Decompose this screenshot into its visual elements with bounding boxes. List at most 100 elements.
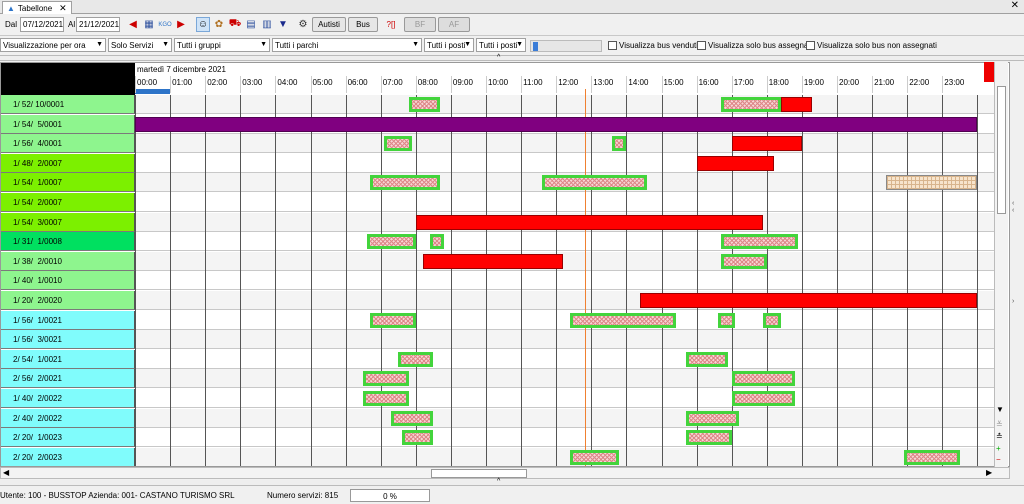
row-label[interactable]: 2/ 54/ 1/0021 bbox=[1, 349, 135, 369]
service-bar[interactable] bbox=[731, 391, 795, 406]
service-bar[interactable] bbox=[398, 351, 434, 367]
row-label[interactable]: 2/ 20/ 2/0023 bbox=[1, 447, 135, 466]
row-label[interactable]: 1/ 54/ 1/0007 bbox=[1, 173, 135, 193]
row-background[interactable] bbox=[135, 447, 996, 466]
row-label[interactable]: 1/ 20/ 2/0020 bbox=[1, 291, 135, 310]
row-background[interactable] bbox=[135, 428, 996, 448]
chevron-up-icon[interactable]: ^ bbox=[497, 54, 500, 61]
row-background[interactable] bbox=[135, 330, 996, 350]
row-label[interactable]: 1/ 52/ 10/0001 bbox=[1, 95, 135, 114]
service-bar[interactable] bbox=[366, 234, 416, 250]
service-bar[interactable] bbox=[408, 97, 441, 112]
next-arrow-icon[interactable]: ▶ bbox=[174, 17, 188, 32]
service-bar[interactable] bbox=[612, 136, 627, 152]
checkbox-sold[interactable]: Visualizza bus venduti bbox=[608, 39, 698, 52]
calendar-icon[interactable]: ▦ bbox=[142, 17, 156, 32]
checkbox-assigned[interactable]: Visualizza solo bus assegnati bbox=[697, 39, 812, 52]
service-bar[interactable] bbox=[384, 136, 413, 152]
service-bar[interactable] bbox=[780, 97, 813, 112]
service-bar[interactable] bbox=[363, 391, 409, 406]
service-bar[interactable] bbox=[721, 97, 781, 112]
list-icon[interactable]: ▥ bbox=[260, 17, 274, 32]
filter-icon[interactable]: ▼ bbox=[276, 17, 290, 32]
service-bar[interactable] bbox=[422, 253, 564, 269]
row-background[interactable] bbox=[135, 389, 996, 408]
row-background[interactable] bbox=[135, 95, 996, 114]
row-label[interactable]: 1/ 54/ 2/0007 bbox=[1, 193, 135, 212]
zoom-slider-thumb[interactable] bbox=[533, 42, 538, 51]
service-bar[interactable] bbox=[640, 293, 978, 308]
scroll-right-icon[interactable]: ▶ bbox=[986, 468, 992, 477]
view-select[interactable]: Visualizzazione per ora ▼ bbox=[0, 38, 106, 52]
service-bar[interactable] bbox=[570, 312, 676, 328]
service-bar[interactable] bbox=[686, 430, 732, 446]
expand-icon[interactable]: ≛ bbox=[996, 432, 1003, 441]
zoom-slider[interactable] bbox=[530, 40, 602, 52]
window-icon[interactable]: ▤ bbox=[244, 17, 258, 32]
service-bar[interactable] bbox=[903, 449, 960, 465]
from-date-input[interactable]: 07/12/2021 bbox=[20, 17, 64, 32]
service-bar[interactable] bbox=[763, 312, 781, 328]
row-label[interactable]: 1/ 54/ 5/0001 bbox=[1, 114, 135, 134]
parks-select[interactable]: Tutti i parchi ▼ bbox=[272, 38, 422, 52]
service-bar[interactable] bbox=[721, 234, 799, 250]
plus-icon[interactable]: + bbox=[996, 444, 1001, 453]
seats-select-2[interactable]: Tutti i posti ▼ bbox=[476, 38, 526, 52]
service-bar[interactable] bbox=[886, 175, 978, 191]
assign-icon[interactable]: ⚙ bbox=[296, 17, 310, 32]
row-label[interactable]: 1/ 54/ 3/0007 bbox=[1, 212, 135, 232]
row-label[interactable]: 1/ 40/ 1/0010 bbox=[1, 271, 135, 291]
bf-button[interactable]: BF bbox=[404, 17, 436, 32]
bottom-splitter[interactable]: ^ bbox=[0, 478, 1024, 486]
top-splitter[interactable]: ^ bbox=[0, 54, 1024, 61]
service-bar[interactable] bbox=[717, 312, 736, 328]
row-label[interactable]: 1/ 56/ 3/0021 bbox=[1, 330, 135, 350]
service-bar[interactable] bbox=[570, 449, 620, 465]
collapse-icon[interactable]: ≚ bbox=[996, 420, 1003, 429]
settings-icon[interactable]: ✿ bbox=[212, 17, 226, 32]
minus-icon[interactable]: − bbox=[996, 455, 1001, 464]
service-bar[interactable] bbox=[415, 214, 764, 230]
row-background[interactable] bbox=[135, 193, 996, 212]
help-icon[interactable]: ?[] bbox=[383, 17, 399, 32]
row-label[interactable]: 1/ 38/ 2/0010 bbox=[1, 251, 135, 271]
service-bar[interactable] bbox=[542, 175, 648, 191]
service-bar[interactable] bbox=[429, 234, 444, 250]
scroll-left-icon[interactable]: ◀ bbox=[3, 468, 9, 477]
row-background[interactable] bbox=[135, 153, 996, 173]
service-bar[interactable] bbox=[135, 116, 978, 132]
service-bar[interactable] bbox=[731, 371, 795, 387]
bus-button[interactable]: Bus bbox=[348, 17, 378, 32]
tab-tabellone[interactable]: ▲ Tabellone ✕ bbox=[2, 1, 72, 14]
row-background[interactable] bbox=[135, 310, 996, 330]
right-edge-handle[interactable]: ‹ ‹ › bbox=[1012, 200, 1022, 340]
row-background[interactable] bbox=[135, 349, 996, 369]
horizontal-scrollbar[interactable]: ◀ ▶ bbox=[0, 467, 1010, 479]
row-label[interactable]: 1/ 56/ 1/0021 bbox=[1, 310, 135, 330]
row-label[interactable]: 1/ 40/ 2/0022 bbox=[1, 389, 135, 408]
row-label[interactable]: 2/ 20/ 1/0023 bbox=[1, 428, 135, 448]
checkbox-box[interactable] bbox=[608, 41, 617, 50]
prev-arrow-icon[interactable]: ◀ bbox=[126, 17, 140, 32]
af-button[interactable]: AF bbox=[438, 17, 470, 32]
seats-select-1[interactable]: Tutti i posti ▼ bbox=[424, 38, 474, 52]
to-date-input[interactable]: 21/12/2021 bbox=[76, 17, 120, 32]
autisti-button[interactable]: Autisti bbox=[312, 17, 346, 32]
service-bar[interactable] bbox=[696, 155, 774, 171]
kgo-icon[interactable]: KGO bbox=[158, 17, 172, 32]
service-bar[interactable] bbox=[370, 312, 416, 328]
row-background[interactable] bbox=[135, 251, 996, 271]
horizontal-scroll-thumb[interactable] bbox=[431, 469, 527, 478]
row-label[interactable]: 2/ 40/ 2/0022 bbox=[1, 408, 135, 428]
service-bar[interactable] bbox=[391, 410, 434, 426]
services-select[interactable]: Solo Servizi ▼ bbox=[108, 38, 172, 52]
chevron-up-icon[interactable]: ^ bbox=[497, 478, 500, 485]
groups-select[interactable]: Tutti i gruppi ▼ bbox=[174, 38, 270, 52]
row-background[interactable] bbox=[135, 232, 996, 252]
service-bar[interactable] bbox=[370, 175, 441, 191]
row-label[interactable]: 1/ 48/ 2/0007 bbox=[1, 153, 135, 173]
service-bar[interactable] bbox=[363, 371, 409, 387]
vertical-scroll-thumb[interactable] bbox=[997, 86, 1006, 214]
checkbox-box[interactable] bbox=[697, 41, 706, 50]
service-bar[interactable] bbox=[401, 430, 434, 446]
